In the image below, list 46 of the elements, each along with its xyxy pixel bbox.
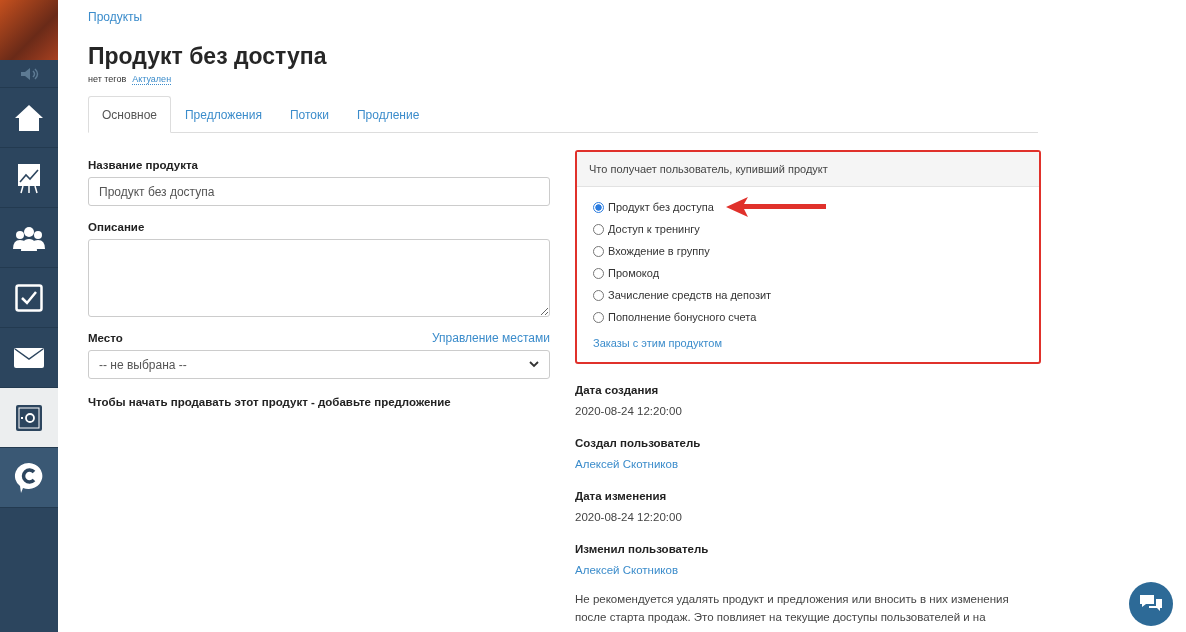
manage-places-link[interactable]: Управление местами <box>432 331 550 345</box>
radio-label: Зачисление средств на депозит <box>608 289 772 301</box>
panel-title: Что получает пользователь, купивший продукт <box>577 152 1039 187</box>
hint-text: Чтобы начать продавать этот продукт - добавьте предложение <box>88 396 452 408</box>
chat-button[interactable] <box>1129 582 1173 626</box>
photo-placeholder <box>0 0 58 60</box>
warning-text: Не рекомендуется удалять продукт и предложения или вносить в них изменения после старта продаж. Это повлияет на текущие доступы пользователей и на <box>575 592 1010 625</box>
safe-icon <box>15 403 43 432</box>
meta-value: 2020-08-24 12:20:00 <box>575 511 682 523</box>
house-icon <box>13 102 45 133</box>
meta-label: Дата создания <box>575 384 660 396</box>
people-icon <box>13 224 45 251</box>
radio-label: Вхождение в группу <box>608 245 710 257</box>
tab[interactable]: Потоки <box>275 96 343 133</box>
place-dropdown[interactable]: -- не выбрана -- <box>88 350 550 379</box>
meta-label: Дата изменения <box>575 490 668 502</box>
c-letter-bubble-icon <box>14 461 44 494</box>
meta-label: Изменил пользователь <box>575 543 710 555</box>
radio-button[interactable] <box>593 201 604 213</box>
field-label: Место <box>88 332 123 344</box>
caret-icon <box>529 361 539 368</box>
field-label: Название продукта <box>88 159 199 171</box>
orders-link[interactable]: Заказы с этим продуктом <box>593 337 722 349</box>
radio-label: Продукт без доступа <box>608 201 714 213</box>
tab[interactable]: Основное <box>88 96 171 133</box>
field-label: Описание <box>88 221 146 233</box>
tags-label: нет тегов <box>88 74 127 84</box>
chart-board-icon <box>16 161 42 194</box>
page-title: Продукт без доступа <box>88 43 328 70</box>
sidebar-item[interactable] <box>0 388 58 448</box>
user-link[interactable]: Алексей Скотников <box>575 458 679 470</box>
envelope-icon <box>14 347 44 368</box>
name-input-field[interactable]: Продукт без доступа <box>88 177 550 206</box>
meta-value: 2020-08-24 12:20:00 <box>575 405 682 417</box>
speaker-icon <box>19 66 39 81</box>
tab[interactable]: Продление <box>342 96 434 133</box>
breadcrumb-link[interactable]: Продукты <box>88 10 143 24</box>
meta-label: Создал пользователь <box>575 437 702 449</box>
radio-label: Промокод <box>608 267 660 279</box>
user-link[interactable]: Алексей Скотников <box>575 564 679 576</box>
status-link[interactable]: Актуален <box>132 74 172 85</box>
sidebar-item[interactable] <box>0 448 58 508</box>
radio-label: Пополнение бонусного счета <box>608 311 757 323</box>
radio-label: Доступ к тренингу <box>608 223 700 235</box>
tab[interactable]: Предложения <box>171 96 276 133</box>
checkbox-icon <box>15 283 43 312</box>
